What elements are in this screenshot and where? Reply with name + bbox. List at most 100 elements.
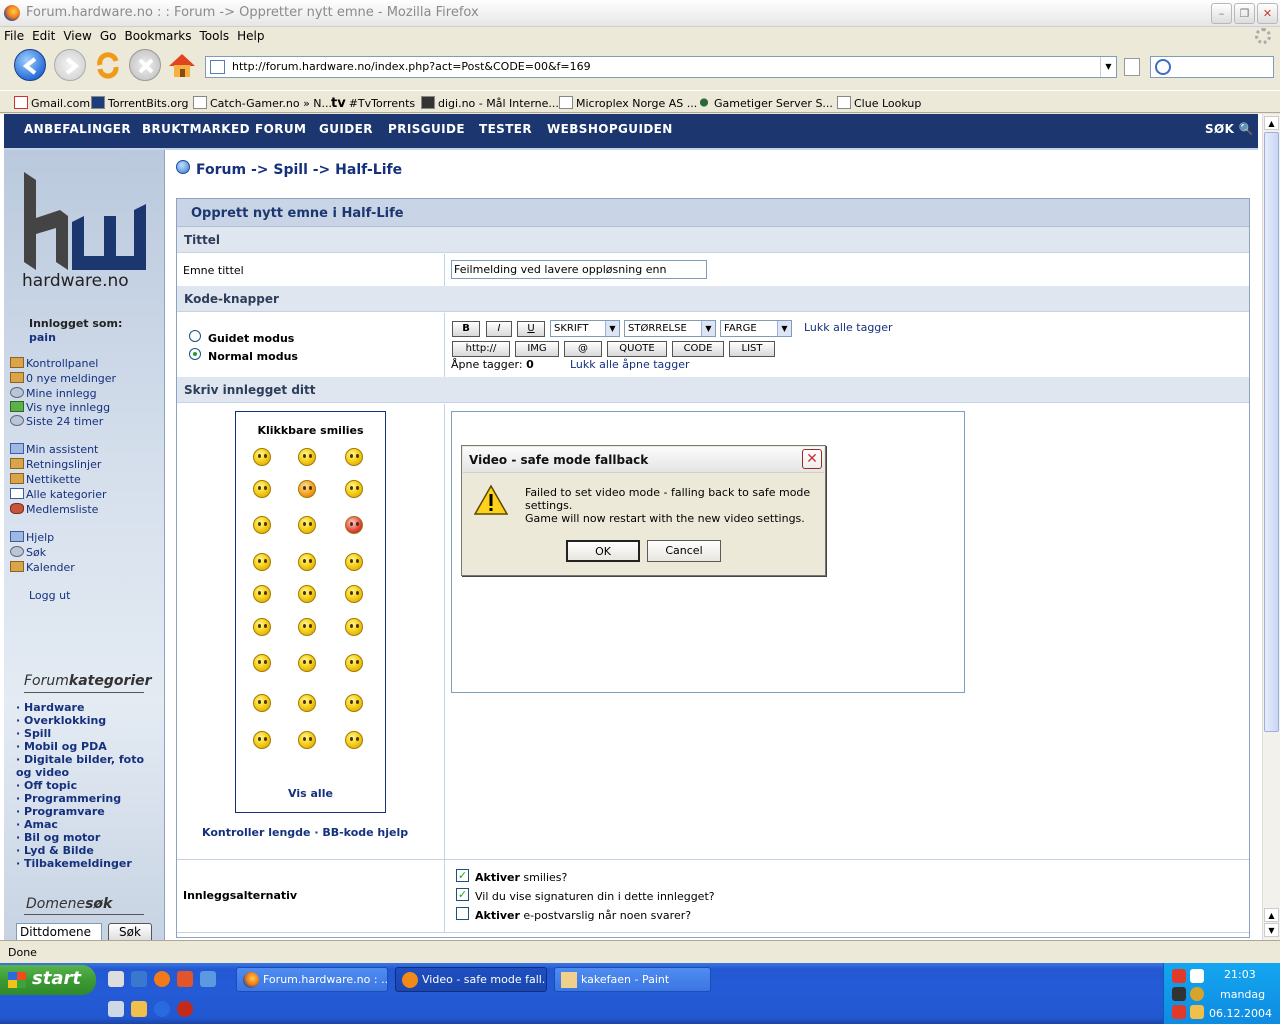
font-select[interactable]: SKRIFT ▼ bbox=[550, 320, 620, 337]
tray-icon[interactable] bbox=[1190, 969, 1204, 983]
underline-button[interactable]: U bbox=[517, 321, 545, 337]
smiley-icon[interactable] bbox=[298, 448, 316, 466]
home-button[interactable] bbox=[166, 49, 198, 81]
category-programvare[interactable]: · Programvare bbox=[16, 805, 162, 818]
smiley-icon[interactable] bbox=[345, 516, 363, 534]
smiley-icon[interactable] bbox=[345, 694, 363, 712]
menu-go[interactable]: Go bbox=[96, 27, 121, 45]
domain-search-button[interactable]: Søk bbox=[108, 923, 152, 940]
link-nettikette[interactable]: Nettikette bbox=[10, 473, 81, 486]
bookmark-catch-gamer[interactable]: Catch-Gamer.no » N... bbox=[193, 96, 332, 110]
url-dropdown-icon[interactable]: ▼ bbox=[1100, 57, 1116, 77]
nav-search[interactable]: SØK 🔍 bbox=[1205, 122, 1254, 136]
scroll-up-icon[interactable]: ▲ bbox=[1264, 116, 1279, 130]
quote-button[interactable]: QUOTE bbox=[607, 341, 667, 357]
reload-button[interactable] bbox=[92, 49, 124, 81]
nav-prisguide[interactable]: PRISGUIDE bbox=[388, 122, 465, 136]
smiley-icon[interactable] bbox=[345, 654, 363, 672]
nav-webshopguiden[interactable]: WEBSHOPGUIDEN bbox=[547, 122, 673, 136]
smiley-icon[interactable] bbox=[253, 654, 271, 672]
category-hardware[interactable]: · Hardware bbox=[16, 701, 162, 714]
category-lyd-og-bilde[interactable]: · Lyd & Bilde bbox=[16, 844, 162, 857]
smiley-icon[interactable] bbox=[345, 731, 363, 749]
quicklaunch-desktop-icon[interactable] bbox=[200, 971, 216, 987]
close-all-tags-link[interactable]: Lukk alle tagger bbox=[804, 321, 893, 334]
bookmark-clue-lookup[interactable]: Clue Lookup bbox=[837, 96, 921, 110]
category-amac[interactable]: · Amac bbox=[16, 818, 162, 831]
smiley-icon[interactable] bbox=[298, 618, 316, 636]
smiley-icon[interactable] bbox=[253, 553, 271, 571]
nav-bruktmarked[interactable]: BRUKTMARKED bbox=[142, 122, 250, 136]
menu-tools[interactable]: Tools bbox=[196, 27, 234, 45]
tray-icon[interactable] bbox=[1172, 969, 1186, 983]
smiley-icon[interactable] bbox=[298, 516, 316, 534]
bold-button[interactable]: B bbox=[452, 321, 480, 337]
quicklaunch-player-icon[interactable] bbox=[177, 1001, 193, 1017]
start-button[interactable]: start bbox=[0, 965, 96, 995]
quicklaunch-media-icon[interactable] bbox=[154, 1001, 170, 1017]
maximize-button[interactable]: ❐ bbox=[1234, 3, 1255, 24]
size-select[interactable]: STØRRELSE ▼ bbox=[624, 320, 716, 337]
task-paint[interactable]: kakefaen - Paint bbox=[554, 967, 711, 992]
dialog-ok-button[interactable]: OK bbox=[566, 540, 640, 562]
menu-help[interactable]: Help bbox=[233, 27, 268, 45]
bookmark-tvtorrents[interactable]: tv #TvTorrents bbox=[331, 96, 415, 111]
task-video-dialog[interactable]: Video - safe mode fall... bbox=[395, 967, 547, 992]
quicklaunch-ie-icon[interactable] bbox=[131, 971, 147, 987]
category-programmering[interactable]: · Programmering bbox=[16, 792, 162, 805]
color-select[interactable]: FARGE ▼ bbox=[720, 320, 792, 337]
link-hjelp[interactable]: Hjelp bbox=[10, 531, 54, 544]
enable-smilies-checkbox[interactable]: ✓ bbox=[456, 869, 469, 882]
category-overklokking[interactable]: · Overklokking bbox=[16, 714, 162, 727]
dialog-close-button[interactable]: ✕ bbox=[802, 449, 822, 469]
link-vis-nye-innlegg[interactable]: Vis nye innlegg bbox=[10, 401, 110, 414]
quicklaunch-tool-icon[interactable] bbox=[131, 1001, 147, 1017]
smiley-icon[interactable] bbox=[345, 585, 363, 603]
domain-input[interactable]: Dittdomene bbox=[16, 923, 102, 940]
bookmark-gametiger[interactable]: Gametiger Server S... bbox=[697, 96, 833, 110]
smiley-icon[interactable] bbox=[253, 585, 271, 603]
link-kontrollpanel[interactable]: Kontrollpanel bbox=[10, 357, 98, 370]
stop-button[interactable] bbox=[129, 49, 161, 81]
nav-forum[interactable]: FORUM bbox=[255, 122, 306, 136]
smiley-icon[interactable] bbox=[253, 480, 271, 498]
menu-file[interactable]: File bbox=[0, 27, 28, 45]
quicklaunch-cd-icon[interactable] bbox=[108, 971, 124, 987]
link-min-assistent[interactable]: Min assistent bbox=[10, 443, 98, 456]
tray-icon[interactable] bbox=[1172, 1005, 1186, 1019]
bookmark-microplex[interactable]: Microplex Norge AS ... bbox=[559, 96, 697, 110]
quicklaunch-firefox-icon[interactable] bbox=[154, 971, 170, 987]
hardware-logo[interactable]: hardware.no bbox=[22, 170, 146, 290]
task-firefox[interactable]: Forum.hardware.no : ... bbox=[236, 967, 388, 992]
smiley-icon[interactable] bbox=[298, 654, 316, 672]
smiley-icon[interactable] bbox=[253, 448, 271, 466]
smiley-icon[interactable] bbox=[298, 731, 316, 749]
category-off-topic[interactable]: · Off topic bbox=[16, 779, 162, 792]
email-button[interactable]: @ bbox=[564, 341, 602, 357]
nav-tester[interactable]: TESTER bbox=[479, 122, 532, 136]
tray-icon[interactable] bbox=[1172, 987, 1186, 1001]
quicklaunch-explorer-icon[interactable] bbox=[108, 1001, 124, 1017]
clock-time[interactable]: 21:03 bbox=[1224, 968, 1256, 981]
link-alle-kategorier[interactable]: Alle kategorier bbox=[10, 488, 106, 501]
nav-guider[interactable]: GUIDER bbox=[319, 122, 373, 136]
forward-button[interactable] bbox=[54, 49, 86, 81]
category-digitale-bilder[interactable]: · Digitale bilder, foto og video bbox=[16, 753, 162, 779]
guided-mode-radio[interactable] bbox=[189, 330, 201, 342]
smiley-icon[interactable] bbox=[298, 480, 316, 498]
normal-mode-radio[interactable] bbox=[189, 348, 201, 360]
smiley-icon[interactable] bbox=[345, 480, 363, 498]
search-bar[interactable] bbox=[1150, 56, 1274, 78]
breadcrumb[interactable]: Forum -> Spill -> Half-Life bbox=[196, 162, 402, 178]
smiley-icon[interactable] bbox=[345, 618, 363, 636]
back-button[interactable] bbox=[14, 49, 46, 81]
smiley-icon[interactable] bbox=[253, 694, 271, 712]
go-button[interactable] bbox=[1124, 58, 1140, 76]
img-button[interactable]: IMG bbox=[515, 341, 559, 357]
page-scrollbar[interactable]: ▲ ▲ ▼ bbox=[1262, 114, 1280, 940]
link-siste-24-timer[interactable]: Siste 24 timer bbox=[10, 415, 103, 428]
link-sok[interactable]: Søk bbox=[10, 546, 46, 559]
smiley-icon[interactable] bbox=[345, 448, 363, 466]
scroll-up-icon[interactable]: ▲ bbox=[1264, 908, 1279, 922]
link-kalender[interactable]: Kalender bbox=[10, 561, 75, 574]
